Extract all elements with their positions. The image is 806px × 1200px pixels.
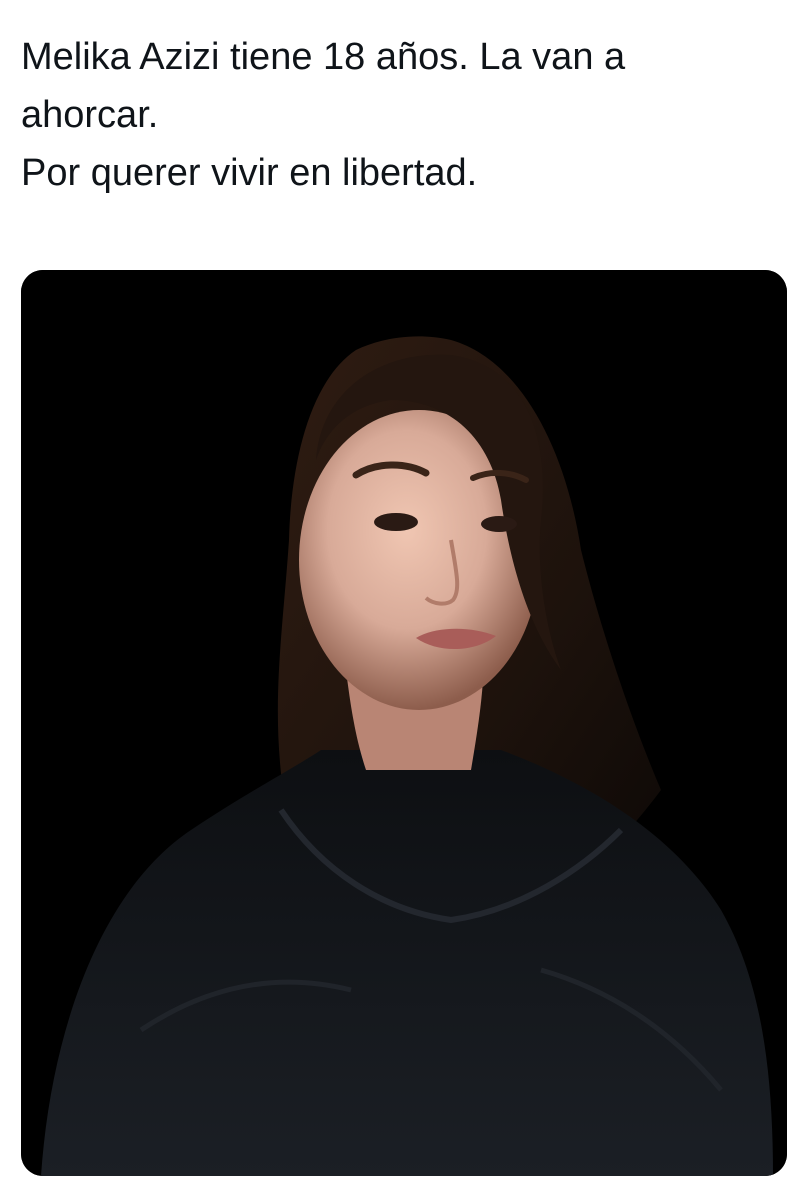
tweet-text-line-1: Melika Azizi tiene 18 años. La van a — [21, 36, 626, 78]
tweet-text-line-2: ahorcar. — [21, 94, 159, 136]
tweet-text-line-3: Por querer vivir en libertad. — [21, 152, 478, 194]
portrait-photo — [21, 270, 787, 1176]
tweet-media-photo[interactable] — [21, 270, 787, 1176]
tweet-text: Melika Azizi tiene 18 años. La van a aho… — [21, 28, 791, 202]
